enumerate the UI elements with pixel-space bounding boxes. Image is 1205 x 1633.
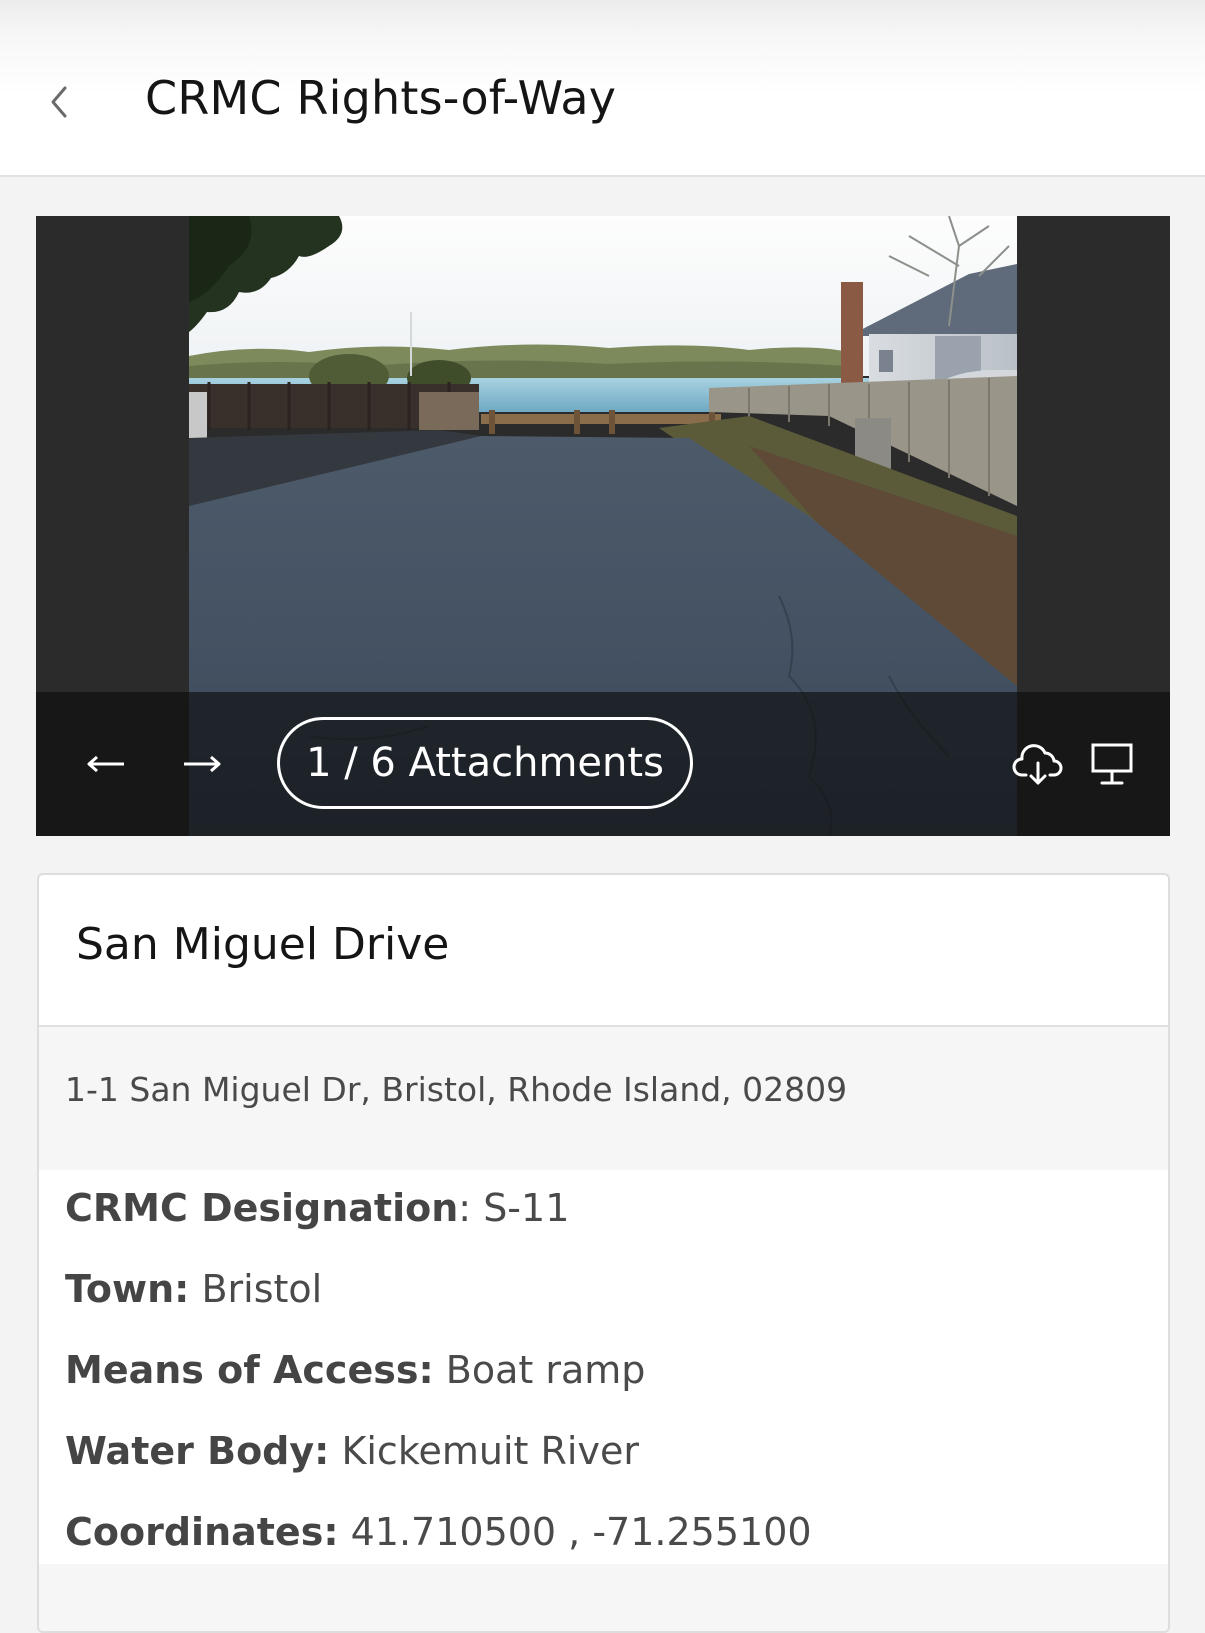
attribute-separator: : xyxy=(458,1186,484,1230)
attribute-label: Means of Access: xyxy=(65,1348,434,1392)
attribute-separator xyxy=(329,1429,341,1473)
attribute-separator xyxy=(434,1348,446,1392)
card-footer-band xyxy=(39,1564,1168,1631)
record-details-card: San Miguel Drive 1-1 San Miguel Dr, Bris… xyxy=(37,873,1170,1633)
attribute-town: Town: Bristol xyxy=(65,1263,322,1315)
attribute-value: Boat ramp xyxy=(445,1348,646,1392)
attribute-means-of-access: Means of Access: Boat ramp xyxy=(65,1344,645,1396)
attribute-water-body: Water Body: Kickemuit River xyxy=(65,1425,639,1477)
presentation-icon xyxy=(1091,743,1133,785)
page-title: CRMC Rights-of-Way xyxy=(145,71,617,125)
arrow-right-icon xyxy=(184,755,221,773)
record-title: San Miguel Drive xyxy=(76,919,450,970)
present-attachment-button[interactable] xyxy=(1082,734,1142,794)
attribute-crmc-designation: CRMC Designation: S-11 xyxy=(65,1182,569,1234)
attribute-value: Bristol xyxy=(201,1267,323,1311)
attribute-separator xyxy=(339,1510,351,1554)
attachment-toolbar: 1 / 6 Attachments xyxy=(36,692,1170,836)
attribute-label: Town: xyxy=(65,1267,190,1311)
attribute-separator xyxy=(189,1267,201,1311)
app-header: CRMC Rights-of-Way xyxy=(0,0,1205,177)
previous-attachment-button[interactable] xyxy=(78,738,134,790)
attribute-value: S-11 xyxy=(483,1186,570,1230)
address-section: 1-1 San Miguel Dr, Bristol, Rhode Island… xyxy=(39,1027,1168,1170)
attribute-list: CRMC Designation: S-11 Town: Bristol Mea… xyxy=(39,1170,1168,1564)
attachments-counter-button[interactable]: 1 / 6 Attachments xyxy=(277,717,693,809)
attachments-counter-label: 1 / 6 Attachments xyxy=(306,740,664,786)
download-attachment-button[interactable] xyxy=(1008,734,1068,794)
next-attachment-button[interactable] xyxy=(174,738,230,790)
back-button[interactable] xyxy=(38,74,80,130)
attribute-label: CRMC Designation xyxy=(65,1186,459,1230)
chevron-left-icon xyxy=(51,86,67,118)
attribute-value: 41.710500 , -71.255100 xyxy=(350,1510,812,1554)
attribute-label: Coordinates: xyxy=(65,1510,339,1554)
attribute-value: Kickemuit River xyxy=(341,1429,639,1473)
cloud-download-icon xyxy=(1012,744,1063,785)
attribute-label: Water Body: xyxy=(65,1429,330,1473)
arrow-left-icon xyxy=(87,755,124,773)
attachment-viewer: 1 / 6 Attachments xyxy=(36,216,1170,836)
record-address: 1-1 San Miguel Dr, Bristol, Rhode Island… xyxy=(65,1070,848,1109)
attribute-coordinates: Coordinates: 41.710500 , -71.255100 xyxy=(65,1506,812,1558)
